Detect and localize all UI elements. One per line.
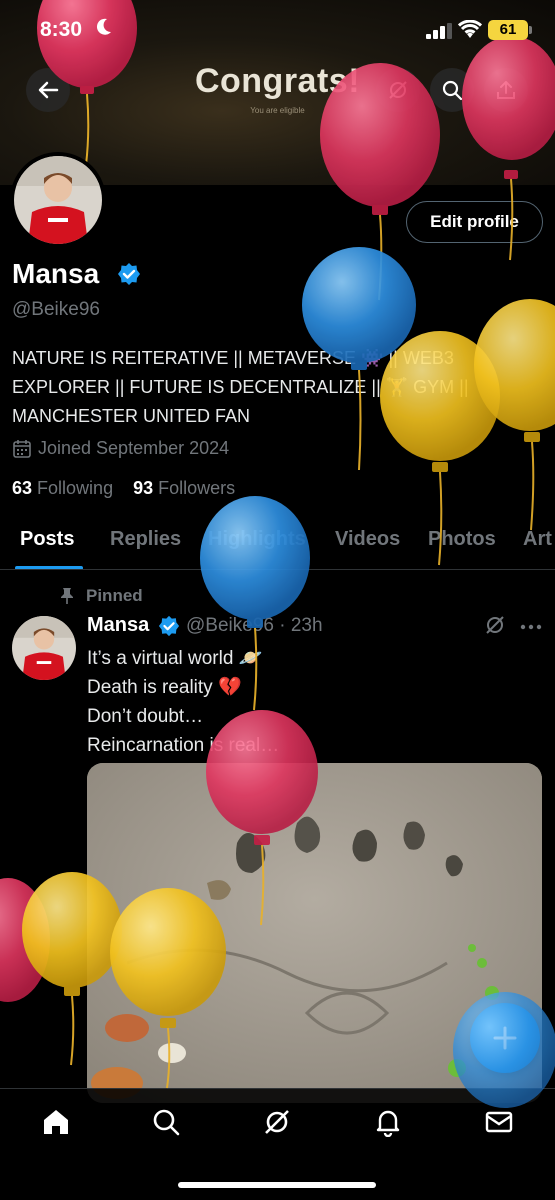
post-handle-time: @Beike96 · 23h: [186, 615, 323, 636]
profile-name: Mansa: [12, 258, 100, 289]
following-label: Following: [37, 478, 114, 498]
profile-handle: @Beike96: [12, 299, 100, 320]
home-indicator: [178, 1182, 376, 1188]
banner-subtitle: You are eligible: [250, 106, 305, 115]
grok-button[interactable]: [376, 68, 420, 112]
post-line: Reincarnation is real…: [87, 735, 280, 756]
compose-button[interactable]: [470, 1003, 540, 1073]
post-text: It’s a virtual world 🪐 Death is reality …: [87, 644, 527, 760]
home-icon[interactable]: [41, 1107, 71, 1137]
followers-count: 93: [133, 478, 154, 498]
avatar-image: [14, 156, 102, 244]
profile-bio: NATURE IS REITERATIVE || METAVERSE 👾 || …: [12, 348, 469, 426]
wifi-icon: [458, 20, 482, 38]
following-link[interactable]: 63 Following: [12, 478, 113, 498]
post-grok-icon[interactable]: [484, 614, 506, 636]
compose-plus-icon: [493, 1026, 517, 1050]
grok-icon[interactable]: [262, 1107, 292, 1137]
follow-stats: 63 Following 93 Followers: [12, 478, 235, 499]
tab-photos[interactable]: Photos: [428, 528, 496, 551]
post-avatar[interactable]: [12, 616, 76, 680]
battery-indicator: 61: [488, 20, 532, 40]
signal-icon: [426, 23, 452, 39]
grok-icon: [389, 81, 407, 99]
profile-avatar[interactable]: [10, 152, 106, 248]
tab-articles[interactable]: Art: [523, 528, 552, 551]
followers-label: Followers: [158, 478, 236, 498]
search-icon: [442, 80, 463, 101]
tab-posts[interactable]: Posts: [20, 528, 74, 551]
joined-date: Joined September 2024: [12, 438, 229, 459]
followers-link[interactable]: 93 Followers: [133, 478, 235, 498]
post-author-name[interactable]: Mansa: [87, 614, 149, 637]
status-time: 8:30: [40, 18, 83, 41]
profile-tabs: Posts Replies Highlights Videos Photos A…: [0, 518, 555, 570]
back-arrow-icon: [38, 81, 59, 99]
status-bar: 8:30 61: [0, 0, 555, 60]
share-button[interactable]: [484, 68, 528, 112]
calendar-icon: [13, 439, 31, 458]
balloon-red-5: [0, 878, 50, 1002]
search-button[interactable]: [430, 68, 474, 112]
back-button[interactable]: [26, 68, 70, 112]
tab-highlights[interactable]: Highlights: [208, 528, 306, 551]
more-icon[interactable]: [520, 624, 542, 630]
post-line: Death is reality 💔: [87, 677, 242, 698]
edit-profile-button[interactable]: Edit profile: [406, 201, 543, 243]
pin-icon: [61, 588, 73, 604]
search-icon[interactable]: [151, 1107, 181, 1137]
tab-replies[interactable]: Replies: [110, 528, 181, 551]
share-icon: [497, 81, 515, 99]
following-count: 63: [12, 478, 33, 498]
messages-icon[interactable]: [484, 1107, 514, 1137]
verified-icon: [118, 263, 140, 285]
notifications-icon[interactable]: [373, 1107, 403, 1137]
pinned-label: Pinned: [58, 586, 143, 606]
active-tab-indicator: [15, 566, 83, 569]
post-line: It’s a virtual world 🪐: [87, 648, 263, 669]
pinned-text: Pinned: [86, 586, 143, 605]
joined-label: Joined September 2024: [38, 438, 230, 458]
post-avatar-image: [12, 616, 76, 680]
post-line: Don’t doubt…: [87, 706, 204, 727]
tab-videos[interactable]: Videos: [335, 528, 400, 551]
moon-icon: [96, 18, 111, 35]
post-verified-icon: [158, 615, 180, 637]
